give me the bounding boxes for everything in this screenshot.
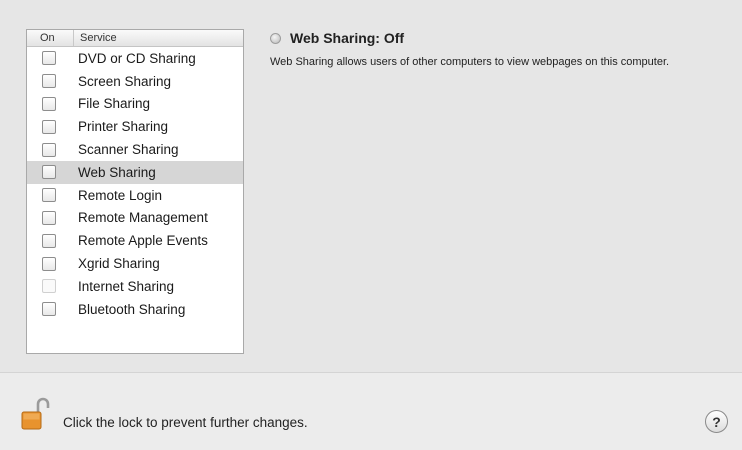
service-label: File Sharing bbox=[78, 96, 151, 112]
sharing-main-panel: On Service DVD or CD Sharing Screen Shar… bbox=[0, 0, 742, 372]
service-checkbox[interactable] bbox=[42, 210, 56, 225]
service-row-scanner-sharing[interactable]: Scanner Sharing bbox=[27, 138, 243, 161]
help-button[interactable]: ? bbox=[705, 410, 728, 433]
bottom-bar bbox=[0, 372, 742, 450]
service-description: Web Sharing allows users of other comput… bbox=[270, 56, 670, 68]
service-row-dvd-cd-sharing[interactable]: DVD or CD Sharing bbox=[27, 47, 243, 70]
service-row-remote-apple-events[interactable]: Remote Apple Events bbox=[27, 229, 243, 252]
service-label: Remote Login bbox=[78, 187, 163, 203]
service-checkbox[interactable] bbox=[42, 188, 56, 203]
service-label: Scanner Sharing bbox=[78, 142, 179, 158]
service-checkbox[interactable] bbox=[42, 256, 56, 271]
service-label: Remote Management bbox=[78, 210, 208, 226]
service-status-title: Web Sharing: Off bbox=[290, 30, 405, 46]
service-checkbox-disabled bbox=[42, 279, 56, 294]
column-header-service[interactable]: Service bbox=[74, 32, 117, 44]
service-checkbox[interactable] bbox=[42, 233, 56, 248]
service-label: Xgrid Sharing bbox=[78, 256, 160, 272]
service-label: Internet Sharing bbox=[78, 278, 175, 294]
unlocked-padlock-icon[interactable] bbox=[21, 397, 51, 431]
service-label: Bluetooth Sharing bbox=[78, 301, 186, 317]
service-label: Printer Sharing bbox=[78, 119, 169, 135]
service-list: On Service DVD or CD Sharing Screen Shar… bbox=[26, 29, 244, 354]
lock-instruction-text: Click the lock to prevent further change… bbox=[63, 415, 308, 430]
service-label: Remote Apple Events bbox=[78, 233, 208, 249]
service-checkbox[interactable] bbox=[42, 96, 56, 111]
service-label: Web Sharing bbox=[78, 164, 156, 180]
column-header-on[interactable]: On bbox=[27, 30, 74, 46]
service-row-bluetooth-sharing[interactable]: Bluetooth Sharing bbox=[27, 298, 243, 321]
help-icon: ? bbox=[712, 413, 721, 430]
service-checkbox[interactable] bbox=[42, 51, 56, 66]
service-list-header: On Service bbox=[27, 30, 243, 47]
service-row-internet-sharing[interactable]: Internet Sharing bbox=[27, 275, 243, 298]
service-checkbox[interactable] bbox=[42, 165, 56, 180]
status-off-icon bbox=[270, 33, 281, 44]
service-checkbox[interactable] bbox=[42, 119, 56, 134]
service-row-remote-management[interactable]: Remote Management bbox=[27, 207, 243, 230]
service-row-screen-sharing[interactable]: Screen Sharing bbox=[27, 70, 243, 93]
service-row-remote-login[interactable]: Remote Login bbox=[27, 184, 243, 207]
service-checkbox[interactable] bbox=[42, 302, 56, 317]
service-row-xgrid-sharing[interactable]: Xgrid Sharing bbox=[27, 252, 243, 275]
service-row-printer-sharing[interactable]: Printer Sharing bbox=[27, 115, 243, 138]
service-label: Screen Sharing bbox=[78, 73, 172, 89]
service-label: DVD or CD Sharing bbox=[78, 50, 196, 66]
service-row-web-sharing[interactable]: Web Sharing bbox=[27, 160, 243, 184]
service-row-file-sharing[interactable]: File Sharing bbox=[27, 93, 243, 116]
service-checkbox[interactable] bbox=[42, 74, 56, 89]
service-checkbox[interactable] bbox=[42, 142, 56, 157]
